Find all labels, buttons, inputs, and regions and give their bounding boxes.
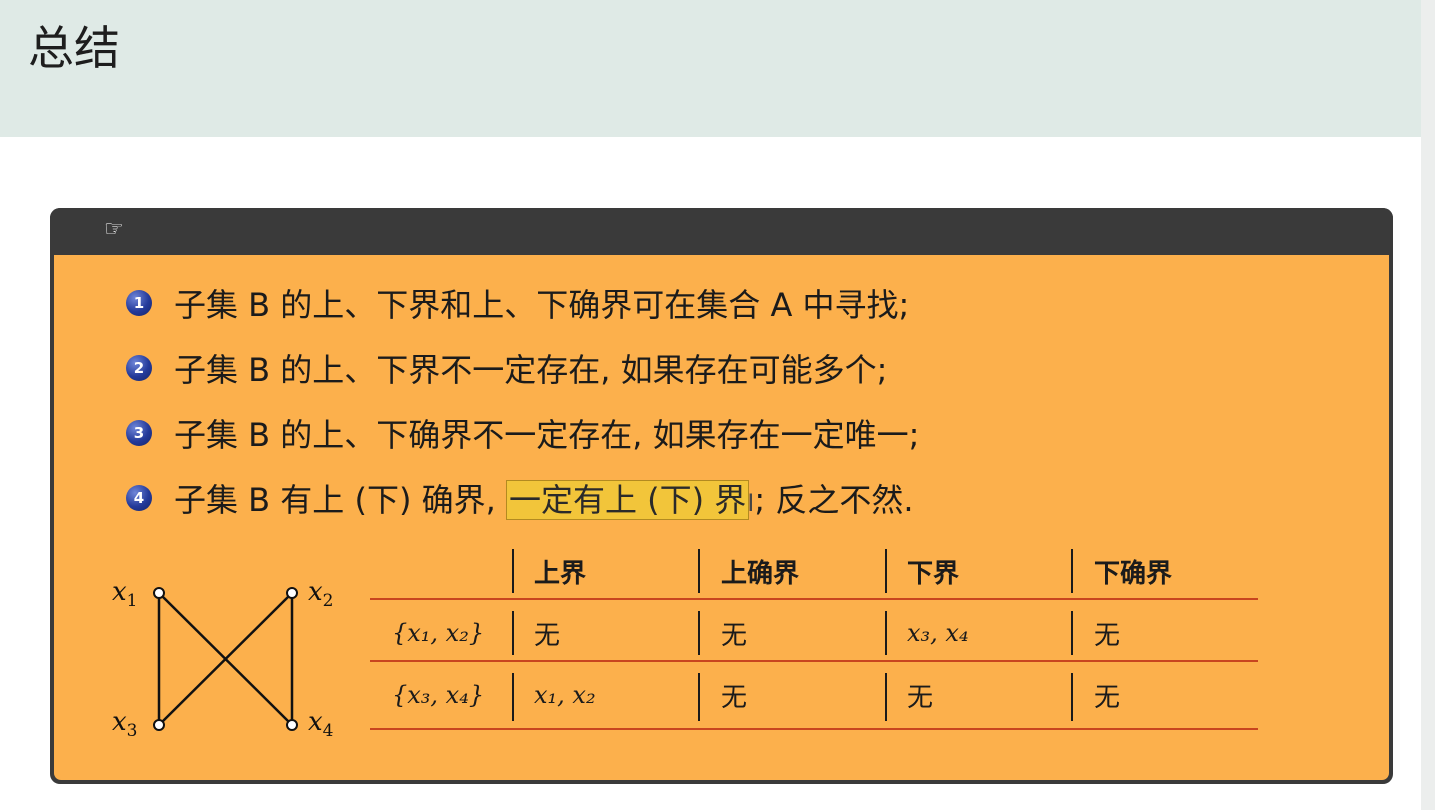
table-cell: 无 xyxy=(721,682,748,713)
table-cell: 无 xyxy=(1094,682,1121,713)
list-item-1: 1 子集 B 的上、下界和上、下确界可在集合 A 中寻找; xyxy=(126,278,909,328)
column-divider xyxy=(885,673,887,721)
table-cell: x₃, x₄ xyxy=(907,619,969,647)
column-divider xyxy=(512,673,514,721)
header-lower-bound: 下界 xyxy=(907,558,960,589)
row-set-label: {x₁, x₂} xyxy=(392,619,485,647)
header-infimum: 下确界 xyxy=(1094,558,1173,589)
row-set-label: {x₃, x₄} xyxy=(392,681,485,709)
node-x4 xyxy=(286,719,298,731)
number-badge-2: 2 xyxy=(126,355,152,381)
label-x3: x3 xyxy=(112,707,138,741)
table-rule xyxy=(370,728,1258,730)
table-cell: 无 xyxy=(721,620,748,651)
table-cell: 无 xyxy=(534,620,561,651)
header-supremum: 上确界 xyxy=(721,558,800,589)
list-item-text-after: ; 反之不然. xyxy=(754,481,914,519)
column-divider xyxy=(698,673,700,721)
table-cell: x₁, x₂ xyxy=(534,681,596,709)
column-divider xyxy=(698,549,700,593)
list-item-text: 子集 B 的上、下界和上、下确界可在集合 A 中寻找; xyxy=(174,286,910,324)
highlighted-text[interactable]: 一定有上 (下) 界 xyxy=(505,480,750,520)
right-edge xyxy=(1421,0,1435,810)
label-x4: x4 xyxy=(308,707,334,741)
title-bar xyxy=(0,0,1435,137)
column-divider xyxy=(1071,611,1073,655)
list-item-3: 3 子集 B 的上、下确界不一定存在, 如果存在一定唯一; xyxy=(126,408,919,458)
number-badge-1: 1 xyxy=(126,290,152,316)
pointing-hand-icon: ☞ xyxy=(104,217,124,242)
column-divider xyxy=(1071,673,1073,721)
table-rule xyxy=(370,598,1258,600)
list-item-2: 2 子集 B 的上、下界不一定存在, 如果存在可能多个; xyxy=(126,343,887,393)
list-item-text: 子集 B 的上、下界不一定存在, 如果存在可能多个; xyxy=(174,351,888,389)
node-x2 xyxy=(286,587,298,599)
node-x1 xyxy=(153,587,165,599)
list-item-text: 子集 B 的上、下确界不一定存在, 如果存在一定唯一; xyxy=(174,416,920,454)
label-x1: x1 xyxy=(112,577,138,611)
slide-title: 总结 xyxy=(28,21,120,75)
header-upper-bound: 上界 xyxy=(534,558,587,589)
list-item-4: 4 子集 B 有上 (下) 确界, 一定有上 (下) 界I; 反之不然. xyxy=(126,473,914,523)
table-cell: 无 xyxy=(907,682,934,713)
column-divider xyxy=(512,549,514,593)
column-divider xyxy=(885,549,887,593)
column-divider xyxy=(885,611,887,655)
node-x3 xyxy=(153,719,165,731)
table-cell: 无 xyxy=(1094,620,1121,651)
column-divider xyxy=(512,611,514,655)
number-badge-3: 3 xyxy=(126,420,152,446)
label-x2: x2 xyxy=(308,577,334,611)
table-rule xyxy=(370,660,1258,662)
number-badge-4: 4 xyxy=(126,485,152,511)
column-divider xyxy=(1071,549,1073,593)
list-item-text: 子集 B 有上 (下) 确界, 一定有上 (下) 界I; 反之不然. xyxy=(174,475,914,521)
column-divider xyxy=(698,611,700,655)
box-header: ☞ xyxy=(50,208,1393,254)
list-item-text-before: 子集 B 有上 (下) 确界, xyxy=(174,481,506,519)
bipartite-graph: x1 x2 x3 x4 xyxy=(112,577,334,741)
